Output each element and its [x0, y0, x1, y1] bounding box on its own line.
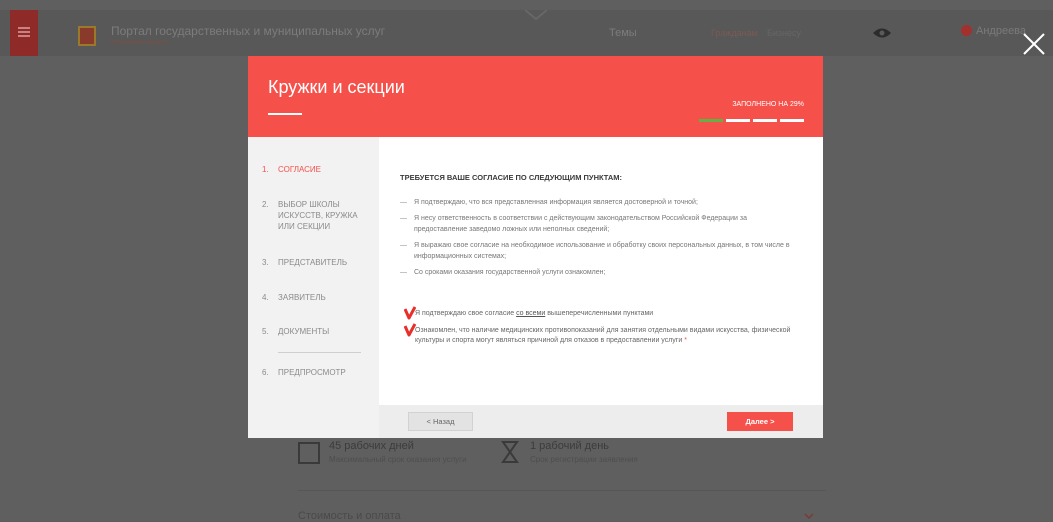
- step-documents[interactable]: 5. ДОКУМЕНТЫ: [262, 326, 372, 337]
- progress-label: ЗАПОЛНЕНО НА 29%: [732, 101, 804, 108]
- step-preview[interactable]: 6. ПРЕДПРОСМОТР: [262, 367, 372, 378]
- progress-segment: [699, 119, 723, 122]
- consent-text: Ознакомлен, что наличие медицинских прот…: [415, 327, 791, 344]
- stat-caption: Срок регистрации заявления: [530, 455, 638, 464]
- portal-title: Портал государственных и муниципальных у…: [111, 24, 386, 38]
- step-representative[interactable]: 3. ПРЕДСТАВИТЕЛЬ: [262, 257, 372, 268]
- checkmark-icon: [404, 306, 416, 320]
- chevron-down-icon: [804, 513, 814, 519]
- consent-term: — Я несу ответственность в соответствии с…: [400, 213, 800, 235]
- step-number: 5.: [262, 327, 269, 336]
- modal-header: Кружки и секции ЗАПОЛНЕНО НА 29%: [248, 56, 823, 137]
- step-label: ПРЕДСТАВИТЕЛЬ: [278, 258, 348, 267]
- checkmark-icon: [404, 323, 416, 337]
- step-number: 4.: [262, 293, 269, 302]
- consent-all-checkbox[interactable]: Я подтверждаю свое согласие со всеми выш…: [404, 306, 815, 320]
- step-number: 2.: [262, 200, 269, 209]
- modal-footer: < Назад Далее >: [379, 405, 823, 438]
- eye-icon: [873, 28, 891, 38]
- stat-max-duration: 45 рабочих дней Максимальный срок оказан…: [298, 440, 467, 464]
- progress-bar: [699, 119, 807, 122]
- sidebar-divider: [278, 352, 361, 353]
- step-number: 1.: [262, 165, 269, 174]
- title-underline: [268, 113, 302, 115]
- term-text: Со сроками оказания государственной услу…: [414, 269, 606, 276]
- stat-registration: 1 рабочий день Срок регистрации заявлени…: [499, 440, 638, 464]
- step-applicant[interactable]: 4. ЗАЯВИТЕЛЬ: [262, 292, 372, 303]
- consent-content: ТРЕБУЕТСЯ ВАШЕ СОГЛАСИЕ ПО СЛЕДУЮЩИМ ПУН…: [379, 137, 823, 405]
- steps-sidebar: 1. СОГЛАСИЕ 2. ВЫБОР ШКОЛЫ ИСКУССТВ, КРУ…: [248, 137, 379, 438]
- calendar-icon: [298, 442, 320, 464]
- consent-term: — Я выражаю свое согласие на необходимое …: [400, 240, 800, 262]
- step-number: 6.: [262, 368, 269, 377]
- consent-all-link[interactable]: со всеми: [516, 310, 545, 317]
- emblem-logo: [78, 26, 96, 46]
- step-label: ДОКУМЕНТЫ: [278, 327, 330, 336]
- modal-title: Кружки и секции: [268, 77, 405, 97]
- back-button[interactable]: < Назад: [408, 412, 473, 431]
- user-icon: [961, 25, 972, 36]
- stat-value: 45 рабочих дней: [329, 440, 414, 452]
- next-button[interactable]: Далее >: [727, 412, 793, 431]
- medical-consent-checkbox[interactable]: Ознакомлен, что наличие медицинских прот…: [404, 323, 815, 346]
- required-mark: *: [684, 337, 687, 344]
- nav-business: Бизнесу: [767, 28, 802, 38]
- close-icon[interactable]: [1021, 31, 1047, 57]
- term-text: Я выражаю свое согласие на необходимое и…: [414, 242, 790, 260]
- user-name: Андреева: [976, 25, 1027, 37]
- menu-button: [10, 10, 38, 56]
- step-label: ЗАЯВИТЕЛЬ: [278, 293, 326, 302]
- term-text: Я несу ответственность в соответствии с …: [414, 215, 747, 233]
- divider: [298, 490, 826, 491]
- medical-consent-label: Ознакомлен, что наличие медицинских прот…: [405, 326, 815, 346]
- consent-term: — Со сроками оказания государственной усл…: [400, 269, 606, 276]
- step-label: ВЫБОР ШКОЛЫ ИСКУССТВ, КРУЖКА ИЛИ СЕКЦИИ: [278, 200, 358, 231]
- consent-heading: ТРЕБУЕТСЯ ВАШЕ СОГЛАСИЕ ПО СЛЕДУЮЩИМ ПУН…: [400, 173, 623, 182]
- consent-text: вышеперечисленными пунктами: [545, 310, 654, 317]
- cost-heading: Стоимость и оплата: [298, 510, 401, 522]
- consent-text: Я подтверждаю свое согласие: [415, 310, 517, 317]
- step-school-choice[interactable]: 2. ВЫБОР ШКОЛЫ ИСКУССТВ, КРУЖКА ИЛИ СЕКЦ…: [262, 199, 372, 232]
- term-text: Я подтверждаю, что вся представленная ин…: [414, 199, 698, 206]
- chevron-down-icon: [524, 9, 548, 21]
- service-form-modal: Кружки и секции ЗАПОЛНЕНО НА 29% 1. СОГЛ…: [248, 56, 823, 438]
- progress-segment: [726, 119, 750, 122]
- step-number: 3.: [262, 258, 269, 267]
- step-label: СОГЛАСИЕ: [278, 165, 321, 174]
- progress-segment: [780, 119, 804, 122]
- nav-themes: Темы: [609, 27, 637, 39]
- consent-all-label: Я подтверждаю свое согласие со всеми выш…: [405, 309, 653, 319]
- stat-value: 1 рабочий день: [530, 440, 610, 452]
- nav-citizens: Гражданам: [711, 28, 758, 38]
- step-consent[interactable]: 1. СОГЛАСИЕ: [262, 164, 372, 175]
- progress-segment: [753, 119, 777, 122]
- stat-caption: Максимальный срок оказания услуги: [329, 455, 467, 464]
- hourglass-icon: [501, 441, 519, 463]
- consent-term: — Я подтверждаю, что вся представленная и…: [400, 199, 698, 206]
- portal-subtitle: Московской области: [111, 40, 169, 46]
- step-label: ПРЕДПРОСМОТР: [278, 368, 346, 377]
